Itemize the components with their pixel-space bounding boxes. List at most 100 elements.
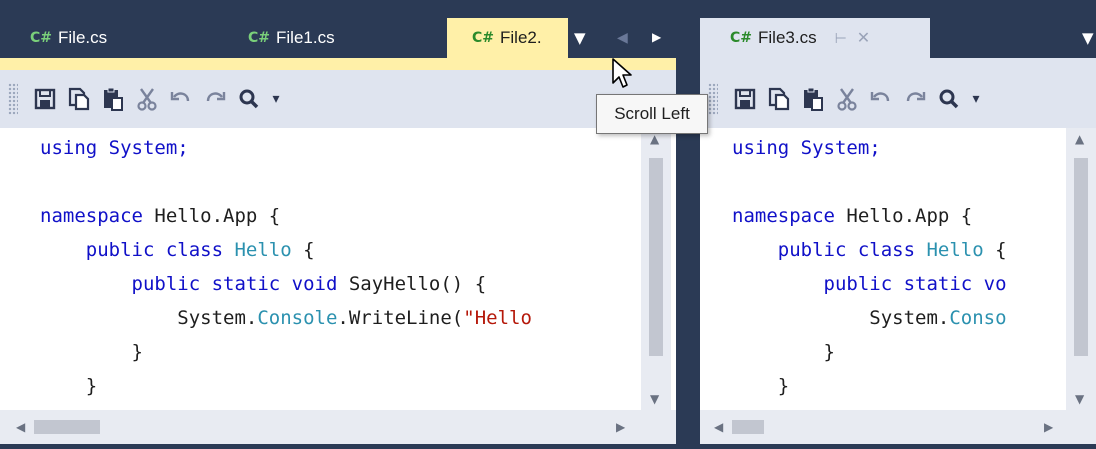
scroll-left-tooltip: Scroll Left: [596, 94, 708, 134]
code-line: }: [732, 403, 1066, 410]
redo-icon[interactable]: [898, 88, 932, 110]
tab-file1-cs[interactable]: C# File1.cs: [248, 18, 428, 58]
scroll-thumb[interactable]: [732, 420, 764, 434]
tab-label: File2.: [500, 28, 542, 47]
code-text: }: [732, 341, 835, 363]
code-text: Hello.App {: [846, 205, 973, 227]
toolbar-overflow-icon[interactable]: ▾: [266, 91, 286, 107]
code-keyword: public static vo: [732, 273, 1007, 295]
cut-icon[interactable]: [830, 87, 864, 111]
code-line: }: [732, 335, 1066, 369]
code-text: .WriteLine(: [337, 307, 464, 329]
code-text: }: [732, 375, 790, 397]
code-keyword: public static void: [40, 273, 349, 295]
save-icon[interactable]: [28, 88, 62, 110]
tab-label: File1.cs: [276, 28, 335, 47]
tab-dropdown-icon[interactable]: ▼: [574, 29, 586, 47]
code-editor-right[interactable]: using System; namespace Hello.App { publ…: [700, 128, 1066, 410]
scroll-left-icon[interactable]: ◀: [714, 420, 723, 434]
tab-label: File.cs: [58, 28, 108, 47]
scroll-right-icon[interactable]: ▶: [652, 30, 661, 44]
editor-pane-right: ▾ using System; namespace Hello.App { pu…: [700, 58, 1096, 444]
paste-icon[interactable]: [96, 87, 130, 111]
code-keyword: public class: [732, 239, 927, 261]
paste-icon[interactable]: [796, 87, 830, 111]
scroll-left-icon[interactable]: ◀: [617, 30, 628, 46]
code-editor-left[interactable]: using System; namespace Hello.App { publ…: [0, 128, 641, 410]
scroll-up-icon[interactable]: ▲: [1075, 132, 1084, 146]
code-text: }: [40, 375, 98, 397]
tab-file3-cs[interactable]: C# File3.cs ⊢ ✕: [700, 18, 930, 58]
scroll-right-icon[interactable]: ▶: [616, 420, 625, 434]
code-line: }: [40, 403, 641, 410]
tab-label: File3.cs: [758, 28, 817, 47]
scrollbar-corner: [641, 410, 676, 444]
scroll-thumb[interactable]: [649, 158, 663, 356]
code-text: {: [291, 239, 315, 261]
code-text: }: [40, 341, 143, 363]
toolbar-grip[interactable]: [708, 83, 718, 115]
toolbar-right: ▾: [700, 70, 1096, 128]
save-icon[interactable]: [728, 88, 762, 110]
cut-icon[interactable]: [130, 87, 164, 111]
code-line: using System;: [40, 131, 641, 165]
undo-icon[interactable]: [864, 88, 898, 110]
scroll-right-icon[interactable]: ▶: [1044, 420, 1053, 434]
mouse-cursor-icon: [611, 57, 635, 95]
scroll-up-icon[interactable]: ▲: [650, 132, 659, 146]
scroll-thumb[interactable]: [1074, 158, 1088, 356]
code-line: }: [40, 369, 641, 403]
code-type: Hello: [926, 239, 984, 261]
code-line: public class Hello {: [732, 233, 1066, 267]
tab-file2-cs[interactable]: C# File2.: [447, 18, 568, 58]
code-line: namespace Hello.App {: [40, 199, 641, 233]
code-line: public static vo: [732, 267, 1066, 301]
code-string: "Hello: [463, 307, 532, 329]
code-line: public class Hello {: [40, 233, 641, 267]
code-keyword: namespace: [40, 205, 155, 227]
scroll-down-icon[interactable]: ▼: [1075, 392, 1084, 406]
toolbar-overflow-icon[interactable]: ▾: [966, 91, 986, 107]
code-line: }: [40, 335, 641, 369]
vertical-scrollbar-right[interactable]: ▲ ▼: [1066, 128, 1096, 410]
code-text: {: [983, 239, 1007, 261]
code-text: using System;: [732, 137, 881, 159]
copy-icon[interactable]: [62, 87, 96, 111]
scroll-thumb[interactable]: [34, 420, 100, 434]
tab-dropdown-icon[interactable]: ▼: [1082, 29, 1094, 47]
code-line: namespace Hello.App {: [732, 199, 1066, 233]
code-line: public static void SayHello() {: [40, 267, 641, 301]
code-text: SayHello() {: [348, 273, 487, 295]
close-icon[interactable]: ✕: [857, 28, 870, 48]
tab-file-cs[interactable]: C# File.cs: [30, 18, 210, 58]
redo-icon[interactable]: [198, 88, 232, 110]
scroll-down-icon[interactable]: ▼: [650, 392, 659, 406]
horizontal-scrollbar-left[interactable]: ◀ ▶: [0, 410, 641, 444]
csharp-file-icon: C#: [248, 30, 271, 46]
vertical-scrollbar-left[interactable]: ▲ ▼: [641, 128, 671, 410]
code-line: }: [732, 369, 1066, 403]
active-pane-accent: [0, 58, 676, 70]
csharp-file-icon: C#: [472, 30, 495, 46]
undo-icon[interactable]: [164, 88, 198, 110]
code-type: Hello: [234, 239, 292, 261]
csharp-file-icon: C#: [30, 30, 53, 46]
code-text: Hello.App {: [154, 205, 281, 227]
code-text: System.: [40, 307, 258, 329]
search-icon[interactable]: [232, 88, 266, 110]
code-line: using System;: [732, 131, 1066, 165]
horizontal-scrollbar-right[interactable]: ◀ ▶: [700, 410, 1066, 444]
search-icon[interactable]: [932, 88, 966, 110]
scroll-left-icon[interactable]: ◀: [16, 420, 25, 434]
code-line: System.Console.WriteLine("Hello: [40, 301, 641, 335]
copy-icon[interactable]: [762, 87, 796, 111]
code-line: System.Conso: [732, 301, 1066, 335]
pin-icon[interactable]: ⊢: [835, 30, 847, 47]
csharp-file-icon: C#: [730, 30, 753, 46]
code-keyword: namespace: [732, 205, 847, 227]
code-text: System.: [732, 307, 950, 329]
scrollbar-corner: [1066, 410, 1096, 444]
toolbar-grip[interactable]: [8, 83, 18, 115]
